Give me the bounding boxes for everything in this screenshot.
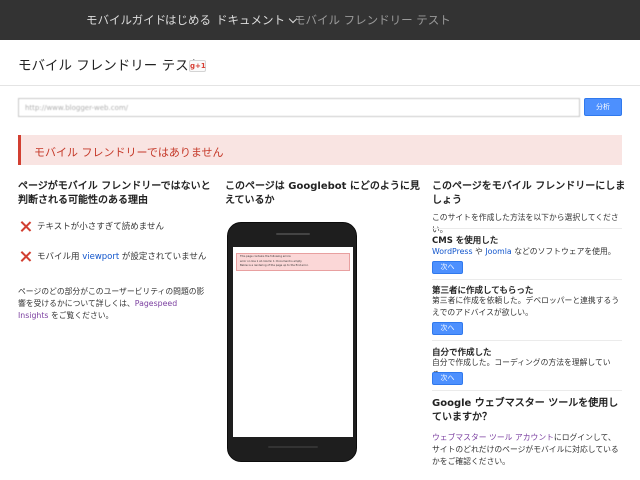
issue-no-viewport-prefix: モバイル用 xyxy=(37,252,83,262)
nav-item-current[interactable]: モバイル フレンドリー テスト xyxy=(294,12,451,28)
option-cms-desc: WordPress や Joomla などのソフトウェアを使用。 xyxy=(432,246,622,258)
result-banner: モバイル フレンドリーではありません xyxy=(18,135,622,165)
next-button-third-party[interactable]: 次へ xyxy=(432,322,463,335)
webmaster-tools-heading: Google ウェブマスター ツールを使用していますか？ xyxy=(432,398,619,423)
render-error-line-2: error on line 1 at column 1: Document is… xyxy=(240,259,302,263)
issue-text-too-small: テキストが小さすぎて読めません xyxy=(20,220,164,232)
nav-item-documents-label: ドキュメント xyxy=(216,13,285,27)
reasons-heading: ページがモバイル フレンドリーではないと判断される可能性のある理由 xyxy=(18,181,211,206)
render-error-box: This page contains the following errors:… xyxy=(236,253,350,271)
phone-preview: This page contains the following errors:… xyxy=(227,222,357,462)
render-error-line-1: This page contains the following errors: xyxy=(240,255,292,258)
phone-speaker xyxy=(276,233,310,235)
wordpress-link[interactable]: WordPress xyxy=(432,247,473,256)
divider xyxy=(432,390,622,391)
option-cms-title: CMS を使用した xyxy=(432,236,499,246)
next-button-self[interactable]: 次へ xyxy=(432,372,463,385)
option-third-party-desc: 第三者に作成を依頼した。デベロッパーと連携するうえでのアドバイスが欲しい。 xyxy=(432,296,620,317)
option-cms-mid: や xyxy=(472,247,486,256)
page-title: モバイル フレンドリー テスト xyxy=(18,58,203,74)
phone-bottom-bar xyxy=(268,446,318,448)
divider xyxy=(432,340,622,341)
result-message: モバイル フレンドリーではありません xyxy=(34,146,224,159)
googlebot-heading: このページは Googlebot にどのように見えているか xyxy=(225,180,420,208)
googlebot-heading-prefix: このページは xyxy=(225,181,289,192)
nav-item-mobile-guide[interactable]: モバイルガイド xyxy=(86,12,166,28)
option-cms-suffix: などのソフトウェアを使用。 xyxy=(511,247,616,256)
choose-method-intro: このサイトを作成した方法を以下から選択してください。 xyxy=(432,213,619,234)
error-x-icon xyxy=(20,221,31,232)
analyze-button[interactable]: 分析 xyxy=(584,98,622,116)
nav-item-documents[interactable]: ドキュメント xyxy=(216,12,298,28)
google-plus-one-button[interactable]: g+1 xyxy=(189,60,206,72)
phone-screen: This page contains the following errors:… xyxy=(233,247,353,437)
issue-no-viewport-suffix: が設定されていません xyxy=(119,252,207,262)
viewport-link[interactable]: viewport xyxy=(82,252,119,262)
render-error-line-3: Below is a rendering of the page up to t… xyxy=(240,264,309,267)
divider xyxy=(432,228,622,229)
googlebot-heading-strong: Googlebot xyxy=(288,181,347,192)
issue-text-too-small-label: テキストが小さすぎて読めません xyxy=(37,222,164,232)
webmaster-tools-desc: ウェブマスター ツール アカウントにログインして、サイトのどれだけのページがモバ… xyxy=(432,432,622,468)
issue-no-viewport: モバイル用 viewport が設定されていません xyxy=(20,250,206,262)
title-bar: モバイル フレンドリー テスト g+1 xyxy=(0,40,640,86)
error-x-icon xyxy=(20,251,31,262)
make-friendly-heading: このページをモバイル フレンドリーにしましょう xyxy=(432,181,626,206)
joomla-link[interactable]: Joomla xyxy=(485,247,511,256)
webmaster-tools-account-link[interactable]: ウェブマスター ツール アカウント xyxy=(432,433,554,442)
pagespeed-note-suffix: をご覧ください。 xyxy=(48,311,114,320)
next-button-cms[interactable]: 次へ xyxy=(432,261,463,274)
url-input[interactable] xyxy=(18,98,580,117)
top-nav: モバイルガイド はじめる ドキュメント モバイル フレンドリー テスト xyxy=(0,0,640,40)
nav-item-get-started[interactable]: はじめる xyxy=(165,12,211,28)
divider xyxy=(432,279,622,280)
pagespeed-note: ページのどの部分がこのユーザービリティの問題の影響を受けるかについて詳しくは、P… xyxy=(18,286,210,322)
